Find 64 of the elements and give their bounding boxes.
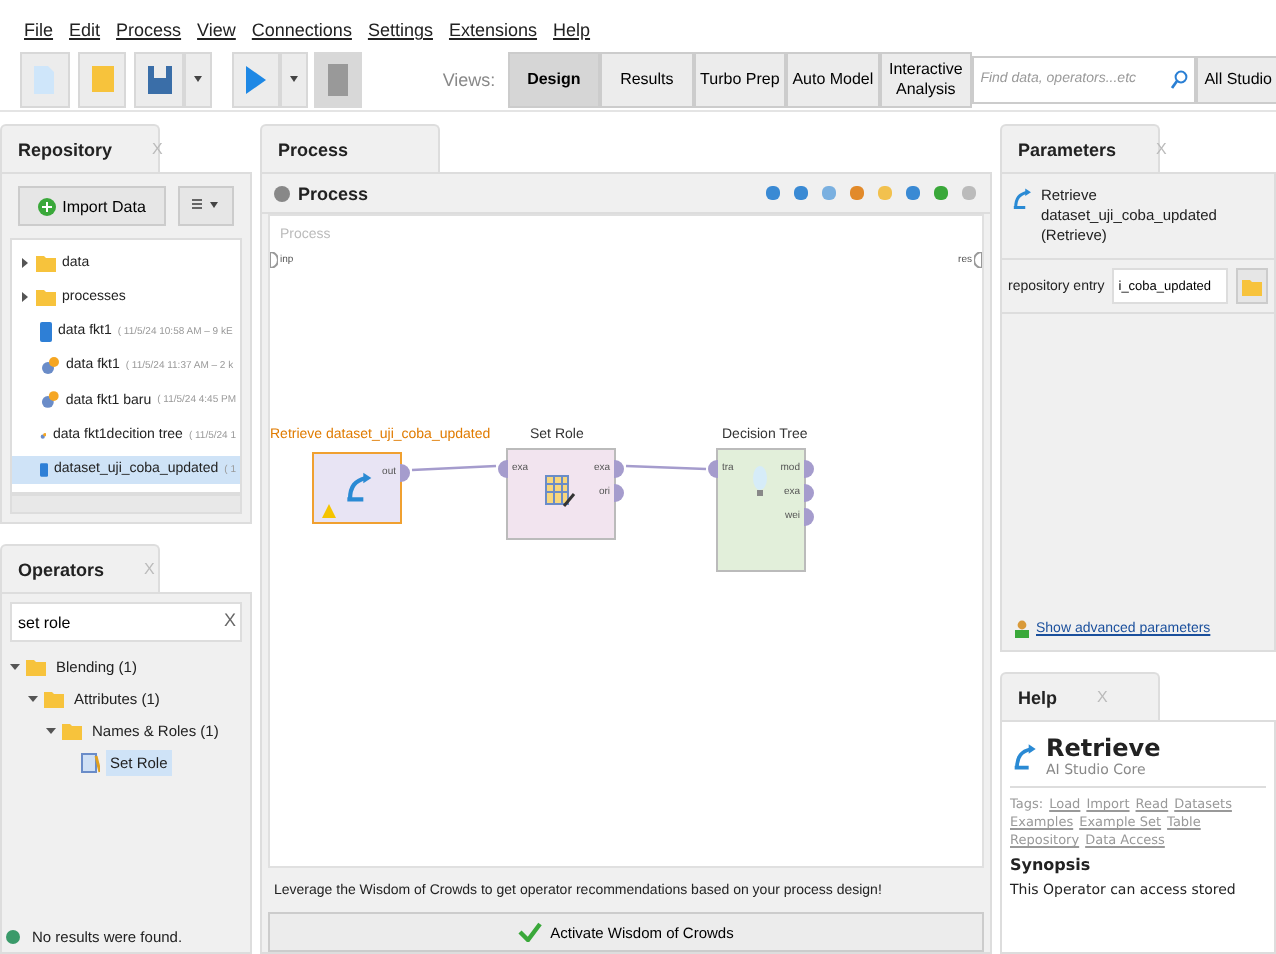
data-table-icon xyxy=(40,459,49,480)
plus-circle-icon xyxy=(38,197,57,215)
stop-button[interactable] xyxy=(313,51,363,107)
menu-dropdown-button[interactable] xyxy=(178,186,234,226)
connection-line[interactable] xyxy=(411,464,497,472)
view-tab[interactable]: Design xyxy=(507,51,601,107)
import-data-button[interactable]: Import Data xyxy=(18,186,166,226)
expand-arrow-icon[interactable] xyxy=(20,291,30,302)
check-icon xyxy=(518,922,543,942)
port-icon xyxy=(974,252,982,268)
views-label: Views: xyxy=(442,69,496,89)
input-port[interactable] xyxy=(498,460,508,478)
user-icon xyxy=(1014,620,1030,638)
process-tab[interactable]: Process xyxy=(278,139,349,159)
input-port[interactable] xyxy=(708,460,718,478)
expand-arrow-icon[interactable] xyxy=(20,257,30,268)
menu-item[interactable]: Process xyxy=(116,20,182,48)
stop-icon xyxy=(327,63,348,95)
view-tab[interactable]: Auto Model xyxy=(786,51,880,107)
operator-icon xyxy=(80,751,100,773)
expand-arrow-icon[interactable] xyxy=(28,693,38,703)
output-port[interactable] xyxy=(400,464,410,482)
menu-item[interactable]: Edit xyxy=(69,20,101,48)
play-icon xyxy=(243,63,268,95)
menu-item[interactable]: Connections xyxy=(251,20,352,48)
search-icon[interactable] xyxy=(1170,69,1189,89)
save-icon xyxy=(145,63,174,95)
run-button[interactable] xyxy=(231,51,281,107)
retrieve-icon xyxy=(342,470,374,502)
status-dot-icon xyxy=(6,929,20,943)
help-tab[interactable]: Help xyxy=(1018,687,1058,707)
lightbulb-icon xyxy=(752,466,768,498)
caret-icon xyxy=(289,76,298,82)
data-table-icon xyxy=(40,321,52,342)
expand-arrow-icon[interactable] xyxy=(10,661,20,671)
help-title: Retrieve xyxy=(1046,734,1161,762)
horizontal-scrollbar[interactable] xyxy=(10,494,242,514)
operators-tab[interactable]: Operators xyxy=(18,559,105,579)
model-icon xyxy=(40,355,60,376)
caret-icon xyxy=(193,76,202,82)
table-pencil-icon xyxy=(544,474,576,508)
menu-item[interactable]: Settings xyxy=(367,20,433,48)
menu-item[interactable]: Help xyxy=(553,20,591,48)
scope-dropdown[interactable]: All Studio xyxy=(1196,55,1276,103)
retrieve-icon xyxy=(1010,186,1033,210)
menu-item[interactable]: Extensions xyxy=(448,20,538,48)
section-heading: Synopsis xyxy=(1010,856,1093,874)
document-icon xyxy=(32,63,57,95)
port-icon xyxy=(270,252,278,268)
view-tab[interactable]: Turbo Prep xyxy=(693,51,787,107)
model-icon xyxy=(40,390,60,411)
menu-item[interactable]: File xyxy=(24,20,54,48)
process-icon xyxy=(274,185,290,201)
browse-button[interactable] xyxy=(1236,268,1268,304)
clear-search-button[interactable]: X xyxy=(223,610,236,630)
list-caret-icon xyxy=(192,198,220,210)
expand-arrow-icon[interactable] xyxy=(46,725,56,735)
retrieve-icon xyxy=(1010,742,1038,770)
view-tab[interactable]: Results xyxy=(600,51,694,107)
menu-item[interactable]: View xyxy=(197,20,236,48)
breadcrumb[interactable]: Process xyxy=(298,183,369,203)
view-tab[interactable]: Interactive Analysis xyxy=(879,51,973,107)
save-button[interactable] xyxy=(134,51,185,107)
connection-line[interactable] xyxy=(625,464,707,471)
